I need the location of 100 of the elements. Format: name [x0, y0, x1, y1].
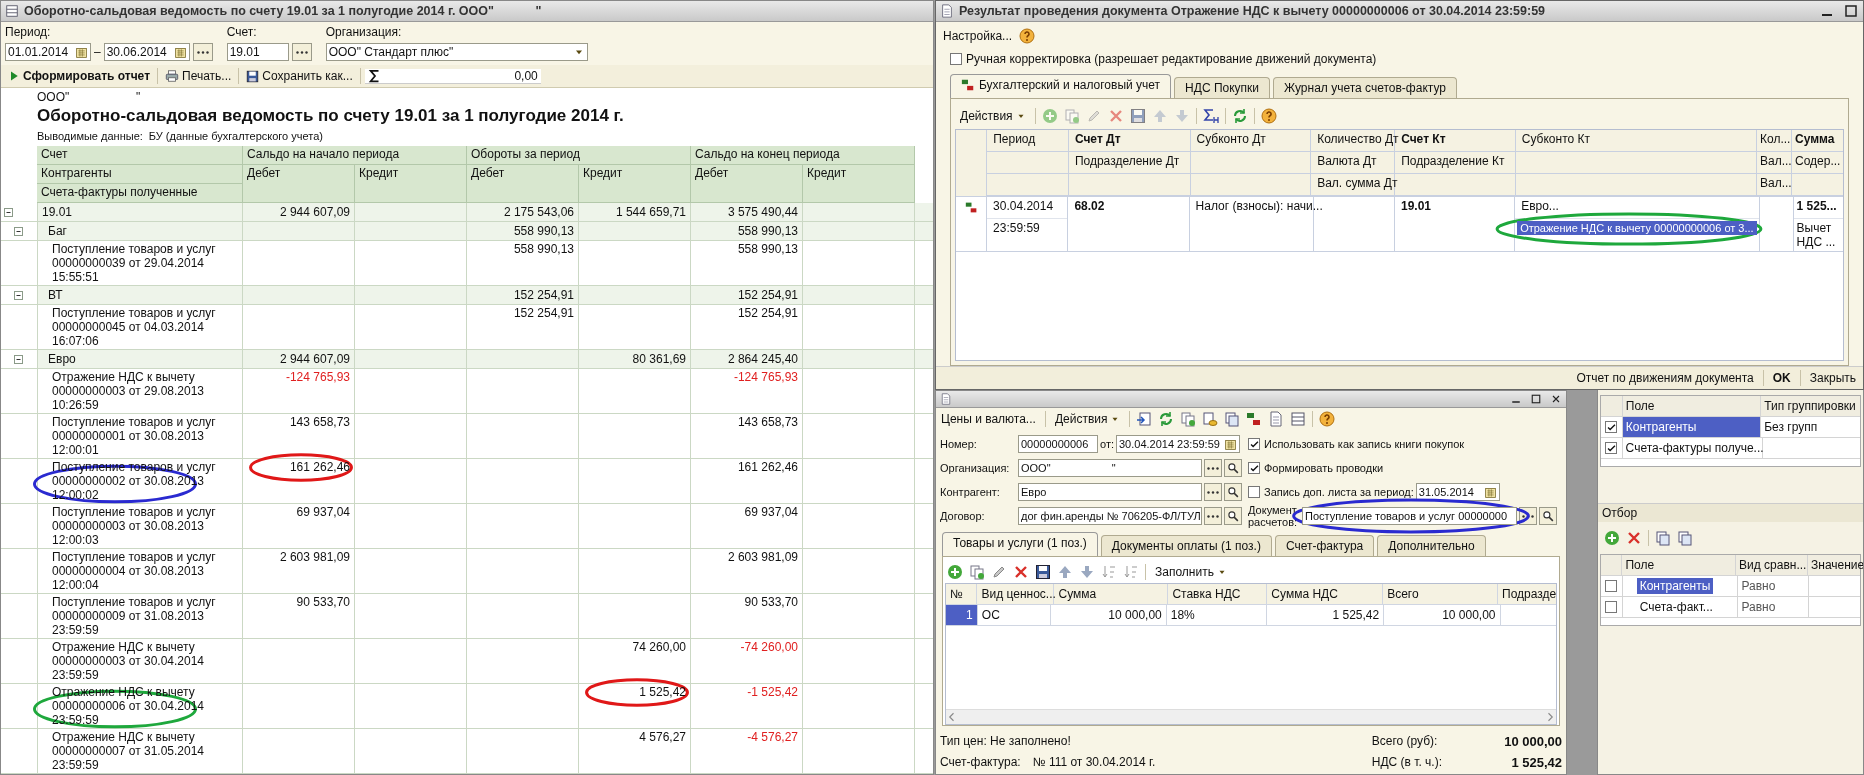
movements-report-button[interactable]: Отчет по движениям документа	[1573, 370, 1757, 386]
maximize-icon[interactable]	[1843, 3, 1859, 19]
collapse-icon[interactable]	[14, 226, 23, 236]
move-up-icon[interactable]	[1057, 564, 1073, 580]
maximize-icon[interactable]	[1530, 393, 1542, 405]
table-icon[interactable]	[1290, 411, 1307, 427]
close-button[interactable]: Закрыть	[1806, 370, 1859, 386]
checkbox[interactable]	[1248, 462, 1260, 474]
refresh-icon[interactable]	[1231, 108, 1248, 124]
search-button[interactable]	[1539, 507, 1557, 525]
select-button[interactable]	[1204, 507, 1222, 525]
settings-menu[interactable]: Настройка...	[940, 28, 1016, 44]
tab[interactable]: Товары и услуги (1 поз.)	[942, 532, 1098, 556]
collapse-icon[interactable]	[4, 207, 13, 217]
date-to-field[interactable]: 30.06.2014	[103, 43, 190, 61]
collapse-icon[interactable]	[14, 354, 23, 364]
number-field[interactable]: 00000000006	[1018, 435, 1098, 453]
account-field[interactable]: 19.01	[226, 43, 289, 61]
help-icon[interactable]	[1319, 411, 1336, 427]
tab[interactable]: Документы оплаты (1 поз.)	[1100, 535, 1272, 556]
documents-icon[interactable]	[1224, 411, 1241, 427]
refresh-icon[interactable]	[1158, 411, 1175, 427]
checkbox[interactable]	[1605, 580, 1618, 592]
copy-icon[interactable]	[1180, 411, 1197, 427]
select-button[interactable]	[1204, 483, 1222, 501]
amount: 161 262,46	[736, 460, 798, 474]
select-button[interactable]	[1204, 459, 1222, 477]
checkbox[interactable]	[950, 53, 962, 65]
actions-menu[interactable]: Действия	[957, 108, 1029, 124]
invoice-value: № 111 от 30.04.2014 г.	[1031, 755, 1157, 770]
close-icon[interactable]	[1550, 393, 1562, 405]
print-button[interactable]: Печать...	[162, 68, 235, 84]
amount: 558 990,13	[512, 242, 574, 256]
checkbox[interactable]	[1605, 421, 1618, 433]
field-name[interactable]: Контрагенты	[1636, 578, 1714, 594]
period-select-button[interactable]	[192, 43, 213, 61]
input-field[interactable]: ООО" "	[1018, 459, 1202, 477]
calendar-icon[interactable]	[1483, 485, 1497, 499]
horizontal-scrollbar[interactable]	[946, 709, 1556, 724]
table-cell: 30.04.2014	[993, 199, 1054, 213]
window-title: Результат проведения документа Отражение НДС к вычету 00000000006 от 30.04.2014 23:59:59	[959, 4, 1546, 18]
help-icon[interactable]	[1019, 28, 1036, 44]
move-down-icon[interactable]	[1079, 564, 1095, 580]
tab[interactable]: Журнал учета счетов-фактур	[1273, 77, 1457, 98]
document-icon[interactable]	[1268, 411, 1285, 427]
table-cell[interactable]: 18%	[1166, 605, 1267, 625]
fill-menu[interactable]: Заполнить	[1152, 564, 1230, 580]
account-select-button[interactable]	[291, 43, 312, 61]
save-icon[interactable]	[1035, 564, 1051, 580]
table-cell[interactable]: 1	[946, 605, 978, 625]
coins-icon[interactable]	[1202, 411, 1219, 427]
input-field[interactable]: Евро	[1018, 483, 1202, 501]
copy-icon[interactable]	[969, 564, 985, 580]
calendar-icon[interactable]	[173, 45, 187, 59]
tab[interactable]: Бухгалтерский и налоговый учет	[950, 74, 1172, 98]
table-cell[interactable]: 10 000,00	[1051, 605, 1167, 625]
add-icon[interactable]	[947, 564, 963, 580]
search-button[interactable]	[1224, 483, 1242, 501]
tab[interactable]: НДС Покупки	[1174, 77, 1271, 98]
checkbox[interactable]	[1605, 601, 1618, 613]
input-field[interactable]: дог фин.аренды № 706205-ФЛ/ТУЛ	[1018, 507, 1202, 525]
field-name[interactable]: Счета-факт...	[1636, 599, 1716, 615]
table-cell[interactable]: 1 525,42	[1266, 605, 1385, 625]
column-header: Счет Дт	[1074, 132, 1121, 146]
table-cell[interactable]: 10 000,00	[1384, 605, 1501, 625]
save-as-button[interactable]: Сохранить как...	[243, 68, 356, 84]
ledger-icon	[964, 201, 978, 214]
checkbox[interactable]	[1248, 438, 1260, 450]
checkbox[interactable]	[1605, 442, 1618, 454]
actions-menu[interactable]: Действия	[1051, 411, 1124, 427]
prices-currency-button[interactable]: Цены и валюта...	[938, 411, 1039, 427]
sum-icon[interactable]	[1202, 108, 1219, 124]
delete-icon[interactable]	[1013, 564, 1029, 580]
date-from-field[interactable]: 01.01.2014	[5, 43, 91, 61]
date-field[interactable]: 30.04.2014 23:59:59	[1116, 435, 1240, 453]
settlement-document-field[interactable]: Поступление товаров и услуг 00000000	[1302, 507, 1517, 525]
edit-icon[interactable]	[991, 564, 1007, 580]
search-button[interactable]	[1224, 507, 1242, 525]
add-icon[interactable]	[1604, 530, 1620, 546]
field-name[interactable]: Счета-фактуры получе...	[1625, 441, 1764, 455]
selected-cell[interactable]: Отражение НДС к вычету 00000000006 от 3...	[1517, 221, 1757, 235]
column-header: №	[946, 584, 978, 604]
ok-button[interactable]: OK	[1769, 370, 1794, 386]
organization-dropdown[interactable]: ООО" Стандарт плюс"	[325, 43, 588, 61]
delete-icon[interactable]	[1107, 108, 1124, 124]
help-icon[interactable]	[1260, 108, 1277, 124]
sum-field[interactable]: 0,00	[364, 68, 541, 84]
calendar-icon[interactable]	[75, 45, 88, 59]
search-button[interactable]	[1224, 459, 1242, 477]
period-field[interactable]: 31.05.2014	[1415, 483, 1500, 501]
tab[interactable]: Дополнительно	[1377, 535, 1486, 556]
calendar-icon[interactable]	[1224, 437, 1237, 451]
collapse-icon[interactable]	[14, 290, 23, 300]
checkbox[interactable]	[1248, 486, 1260, 498]
generate-report-button[interactable]: Сформировать отчет	[5, 68, 153, 84]
checkbox-label: Использовать как запись книги покупок	[1264, 438, 1465, 450]
table-cell[interactable]: ОС	[977, 605, 1052, 625]
tab[interactable]: Счет-фактура	[1274, 535, 1375, 556]
delete-icon[interactable]	[1626, 530, 1642, 546]
ledger-icon[interactable]	[1246, 411, 1263, 427]
